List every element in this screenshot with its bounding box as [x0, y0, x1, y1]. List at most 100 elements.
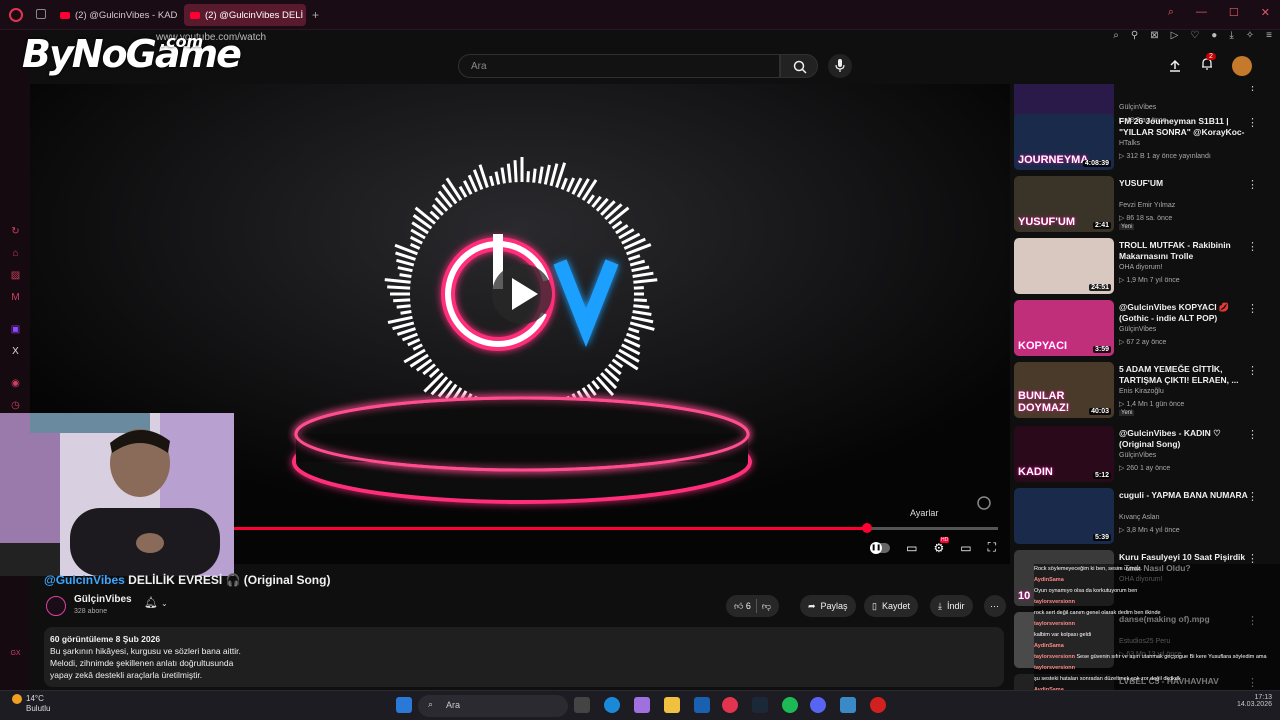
block-icon[interactable]: ⊠ — [1150, 30, 1158, 41]
recommendation-item[interactable]: YUSUF'UM 2:41 YUSUF'UM Fevzi Emir Yılmaz ▷ 8… — [1014, 176, 1270, 232]
discord-icon[interactable] — [810, 697, 826, 713]
bag-icon[interactable]: ⌂ — [10, 248, 21, 259]
search-input[interactable]: Ara — [458, 54, 780, 78]
gx-icon[interactable]: GX — [10, 648, 21, 659]
recommendation-title[interactable]: YUSUF'UM — [1119, 178, 1249, 189]
more-options-icon[interactable]: ⋮ — [1247, 240, 1258, 253]
profile-icon[interactable]: ● — [1211, 30, 1217, 41]
workspaces-icon[interactable] — [36, 9, 46, 19]
task-view-icon[interactable] — [574, 697, 590, 713]
more-options-icon[interactable]: ⋮ — [1247, 302, 1258, 315]
video-thumbnail[interactable]: YUSUF'UM 2:41 — [1014, 176, 1114, 232]
account-avatar[interactable] — [1232, 56, 1252, 76]
ai-icon[interactable]: ✧ — [1246, 30, 1254, 41]
download-icon[interactable]: ⤓ — [1229, 30, 1233, 41]
system-clock[interactable]: 17:13 14.03.2026 — [1237, 694, 1272, 708]
recommendation-title[interactable]: @GulcinVibes KOPYACI 💋 (Gothic - indie A… — [1119, 302, 1249, 324]
new-tab-button[interactable]: + — [312, 8, 319, 22]
recommendation-channel[interactable]: GülçinVibes — [1119, 104, 1156, 111]
video-thumbnail[interactable]: JOURNEYMA 4:08:39 — [1014, 114, 1114, 170]
recommendation-item[interactable]: JOURNEYMA 4:08:39 FM 26 Journeyman S1B11 |… — [1014, 114, 1270, 170]
upload-icon[interactable] — [1168, 59, 1182, 73]
recommendation-channel[interactable]: Fevzi Emir Yılmaz — [1119, 202, 1175, 209]
recommendation-title[interactable]: FM 26 Journeyman S1B11 | "YILLAR SONRA" … — [1119, 116, 1249, 139]
channel-name[interactable]: GülçinVibes — [74, 594, 132, 605]
more-options-icon[interactable]: ⋮ — [1247, 178, 1258, 191]
recommendation-title[interactable]: 5 ADAM YEMEĞE GİTTİK, TARTIŞMA ÇIKTI! EL… — [1119, 364, 1249, 386]
recommendation-channel[interactable]: HTalks — [1119, 140, 1140, 147]
clock-icon[interactable]: ◷ — [10, 400, 21, 411]
dislike-button[interactable]: 👎︎ — [762, 601, 771, 612]
recommendation-item[interactable]: KOPYACI 3:59 @GulcinVibes KOPYACI 💋 (Gothi… — [1014, 300, 1270, 356]
twitch-icon[interactable]: ▣ — [10, 324, 21, 335]
history-icon[interactable]: ↻ — [10, 226, 21, 237]
more-options-icon[interactable]: ⋮ — [1247, 490, 1258, 503]
recommendation-channel[interactable]: GülçinVibes — [1119, 326, 1156, 333]
weather-widget[interactable]: 14°C Bulutlu — [12, 694, 50, 713]
title-handle-link[interactable]: @GulcinVibes — [44, 573, 125, 587]
more-options-icon[interactable]: ⋮ — [1247, 428, 1258, 441]
more-actions-button[interactable]: ⋯ — [984, 595, 1006, 617]
search-button[interactable] — [780, 54, 818, 78]
edge-icon[interactable] — [604, 697, 620, 713]
recommendation-channel[interactable]: Enis Kirazoğlu — [1119, 388, 1164, 395]
opera-logo-icon[interactable] — [9, 8, 23, 22]
autoplay-toggle[interactable]: ❚❚ — [870, 541, 891, 554]
share-button[interactable]: ➦ Paylaş — [800, 595, 856, 617]
recommendation-item[interactable]: 5:39 cuguli - YAPMA BANA NUMARA Kıvanç Asl… — [1014, 488, 1270, 544]
steam-icon[interactable] — [752, 697, 768, 713]
more-options-icon[interactable]: ⋮ — [1247, 364, 1258, 377]
pin-icon[interactable]: ⚲ — [1131, 30, 1138, 41]
copilot-icon[interactable] — [634, 697, 650, 713]
video-thumbnail[interactable]: KOPYACI 3:59 — [1014, 300, 1114, 356]
download-button[interactable]: ⤓ İndir — [930, 595, 973, 617]
description-box[interactable]: 60 görüntüleme 8 Şub 2026 Bu şarkının hi… — [44, 627, 1004, 687]
file-explorer-icon[interactable] — [664, 697, 680, 713]
theater-mode-icon[interactable]: ▭ — [960, 541, 971, 555]
settings-button[interactable]: ⚙ HD — [933, 536, 950, 555]
save-button[interactable]: ▯ Kaydet — [864, 595, 918, 617]
recommendation-item[interactable]: BUNLAR DOYMAZ! 40:03 5 ADAM YEMEĞE GİTTİK,… — [1014, 362, 1270, 418]
menu-icon[interactable]: ≡ — [1266, 30, 1272, 41]
subtitles-icon[interactable]: ▭ — [906, 541, 917, 555]
spotify-icon[interactable] — [782, 697, 798, 713]
more-options-icon[interactable]: ⋮ — [1247, 116, 1258, 129]
voice-search-button[interactable] — [828, 54, 852, 78]
opera-gx-icon[interactable] — [722, 697, 738, 713]
start-icon[interactable] — [396, 697, 412, 713]
recommendation-channel[interactable]: OHA diyorum! — [1119, 264, 1163, 271]
recommendation-title[interactable]: @GulcinVibes - KADIN ♡ (Original Song) — [1119, 428, 1249, 450]
recommendation-title[interactable]: cuguli - YAPMA BANA NUMARA — [1119, 490, 1249, 501]
progress-bar[interactable] — [230, 523, 998, 533]
subscription-bell-button[interactable]: 🔔︎ ⌄ — [144, 596, 184, 616]
play-icon[interactable]: ▷ — [1171, 30, 1179, 41]
notifications-button[interactable]: 2 — [1200, 52, 1216, 76]
record-app-icon[interactable] — [870, 697, 886, 713]
video-thumbnail[interactable]: 5:39 — [1014, 488, 1114, 544]
recommendation-item[interactable]: KADIN 5:12 @GulcinVibes - KADIN ♡ (Origina… — [1014, 426, 1270, 482]
taskbar-search[interactable]: ⌕ Ara — [418, 695, 568, 717]
close-button[interactable]: ✕ — [1261, 6, 1270, 19]
channel-avatar[interactable] — [46, 596, 66, 616]
video-thumbnail[interactable]: KADIN 5:12 — [1014, 426, 1114, 482]
minimize-button[interactable]: — — [1196, 6, 1207, 19]
more-options-icon[interactable]: ⋮ — [1247, 84, 1258, 93]
zoom-icon[interactable]: ⌕ — [1113, 30, 1119, 41]
video-thumbnail[interactable]: 24:51 — [1014, 238, 1114, 294]
store-icon[interactable] — [694, 697, 710, 713]
network-app-icon[interactable] — [840, 697, 856, 713]
player-icon[interactable]: ◉ — [10, 378, 21, 389]
recommendation-channel[interactable]: Kıvanç Aslan — [1119, 514, 1159, 521]
mail-icon[interactable]: M — [10, 292, 21, 303]
maximize-button[interactable]: ☐ — [1229, 6, 1239, 19]
recommendation-title[interactable]: TROLL MUTFAK - Rakibinin Makarnasını Tro… — [1119, 240, 1249, 262]
tab-kadin[interactable]: (2) @GulcinVibes - KADIN — [54, 4, 178, 26]
heart-icon[interactable]: ♡ — [1190, 30, 1199, 41]
video-thumbnail[interactable]: BUNLAR DOYMAZ! 40:03 — [1014, 362, 1114, 418]
fullscreen-icon[interactable]: ⛶ — [988, 540, 996, 555]
recommendation-channel[interactable]: GülçinVibes — [1119, 452, 1156, 459]
tag-icon[interactable]: ▨ — [10, 270, 21, 281]
search-tabs-icon[interactable]: ⌕ — [1168, 6, 1174, 19]
recommendation-item[interactable]: 24:51 TROLL MUTFAK - Rakibinin Makarnasın… — [1014, 238, 1270, 294]
tab-delilik[interactable]: (2) @GulcinVibes DELİ — [184, 4, 306, 26]
